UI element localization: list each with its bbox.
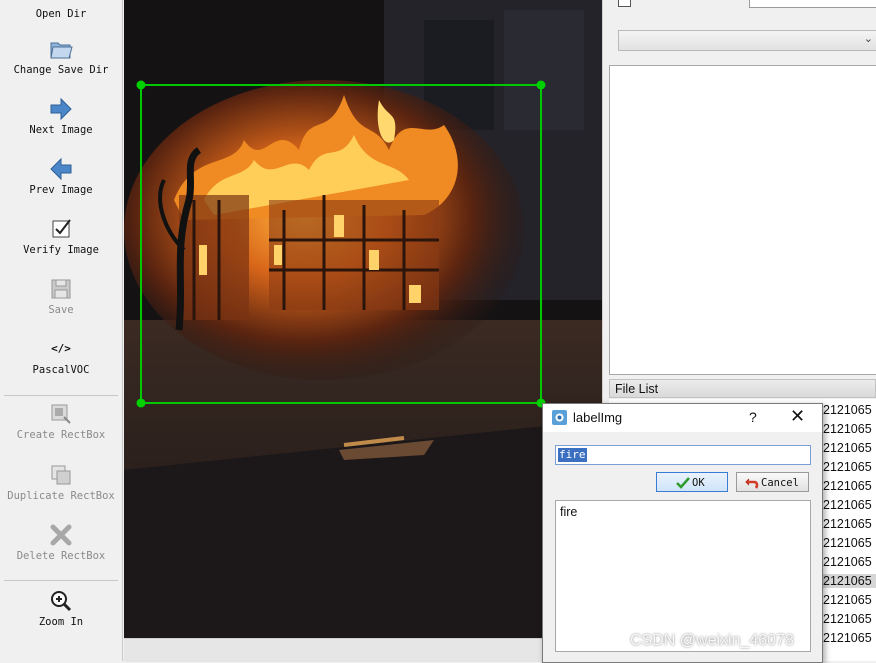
file-list-item[interactable]: 2121065	[823, 574, 876, 588]
label-filter-combo[interactable]: ⌄	[618, 30, 876, 51]
create-rectbox-label: Create RectBox	[16, 429, 106, 441]
arrow-left-icon	[50, 157, 72, 181]
zoom-in-label: Zoom In	[38, 616, 84, 628]
arrow-right-icon	[50, 97, 72, 121]
undo-icon	[745, 478, 759, 489]
file-list-item[interactable]: 2121065	[823, 498, 876, 512]
folder-icon	[50, 42, 73, 59]
file-list-item[interactable]: 2121065	[823, 422, 876, 436]
change-save-dir-button[interactable]: Change Save Dir	[0, 36, 122, 76]
fire-scene-image	[124, 0, 602, 638]
box-handle[interactable]	[136, 80, 146, 90]
delete-rectbox-button[interactable]: Delete RectBox	[0, 522, 122, 562]
open-dir-button[interactable]: Open Dir	[0, 8, 122, 20]
zoom-in-icon	[51, 591, 72, 612]
default-label-field[interactable]	[749, 0, 876, 8]
label-input-value: fire	[558, 448, 587, 462]
box-handle[interactable]	[136, 398, 146, 408]
ok-label: OK	[692, 477, 705, 489]
file-list-item[interactable]: 2121065	[823, 517, 876, 531]
create-rectbox-button[interactable]: Create RectBox	[0, 401, 122, 441]
checkbox-icon	[52, 219, 71, 238]
file-list-item[interactable]: 2121065	[823, 479, 876, 493]
prev-image-label: Prev Image	[29, 184, 93, 196]
watermark: CSDN @weixin_46078	[630, 632, 794, 649]
cancel-button[interactable]: Cancel	[736, 472, 809, 492]
help-button[interactable]: ?	[749, 409, 757, 425]
close-icon[interactable]: ✕	[790, 406, 805, 427]
duplicate-icon	[51, 465, 71, 485]
cancel-label: Cancel	[761, 477, 799, 489]
horizontal-scrollbar[interactable]	[124, 638, 602, 662]
file-list-item[interactable]: 2121065	[823, 555, 876, 569]
toolbar-divider	[4, 580, 118, 581]
file-list-item[interactable]: 2121065	[823, 441, 876, 455]
file-list-item[interactable]: 2121065	[823, 536, 876, 550]
dialog-title: labelImg	[573, 410, 623, 425]
verify-image-button[interactable]: Verify Image	[0, 216, 122, 256]
file-list-item[interactable]: 2121065	[823, 631, 876, 645]
left-toolbar: Open Dir Change Save Dir Next Image Prev…	[0, 0, 123, 661]
dialog-label-list[interactable]: fire	[555, 500, 811, 652]
image-canvas[interactable]	[124, 0, 602, 638]
difficult-checkbox[interactable]	[618, 0, 631, 7]
format-toggle-button[interactable]: </> PascalVOC	[0, 340, 122, 376]
dialog-title-bar: labelImg ? ✕	[543, 404, 822, 432]
save-button[interactable]: Save	[0, 276, 122, 316]
create-rect-icon	[51, 404, 71, 424]
delete-rectbox-label: Delete RectBox	[16, 550, 106, 562]
save-label: Save	[48, 304, 74, 316]
dialog-label-item[interactable]: fire	[560, 505, 577, 519]
next-image-label: Next Image	[29, 124, 93, 136]
delete-icon	[50, 524, 72, 546]
file-list-header: File List	[609, 379, 876, 398]
zoom-in-button[interactable]: Zoom In	[0, 588, 122, 628]
box-handle[interactable]	[536, 80, 546, 90]
file-list-item[interactable]: 2121065	[823, 612, 876, 626]
duplicate-rectbox-button[interactable]: Duplicate RectBox	[0, 462, 122, 502]
verify-image-label: Verify Image	[23, 244, 99, 256]
ok-button[interactable]: OK	[656, 472, 728, 492]
label-dialog: labelImg ? ✕ fire OK Cancel fire	[542, 403, 823, 663]
chevron-down-icon: ⌄	[863, 32, 873, 45]
label-input[interactable]: fire	[555, 445, 811, 465]
file-list-item[interactable]: 2121065	[823, 460, 876, 474]
duplicate-rectbox-label: Duplicate RectBox	[7, 490, 115, 502]
toolbar-divider	[4, 395, 118, 396]
change-save-dir-label: Change Save Dir	[13, 64, 109, 76]
format-label: PascalVOC	[32, 364, 90, 376]
prev-image-button[interactable]: Prev Image	[0, 156, 122, 196]
label-list[interactable]	[609, 65, 876, 375]
open-dir-label: Open Dir	[35, 8, 87, 20]
file-list-item[interactable]: 2121065	[823, 403, 876, 417]
app-icon	[552, 410, 567, 425]
checkmark-icon	[676, 477, 690, 489]
floppy-disk-icon	[51, 279, 71, 299]
code-icon: </>	[51, 342, 71, 355]
next-image-button[interactable]: Next Image	[0, 96, 122, 136]
file-list-item[interactable]: 2121065	[823, 593, 876, 607]
